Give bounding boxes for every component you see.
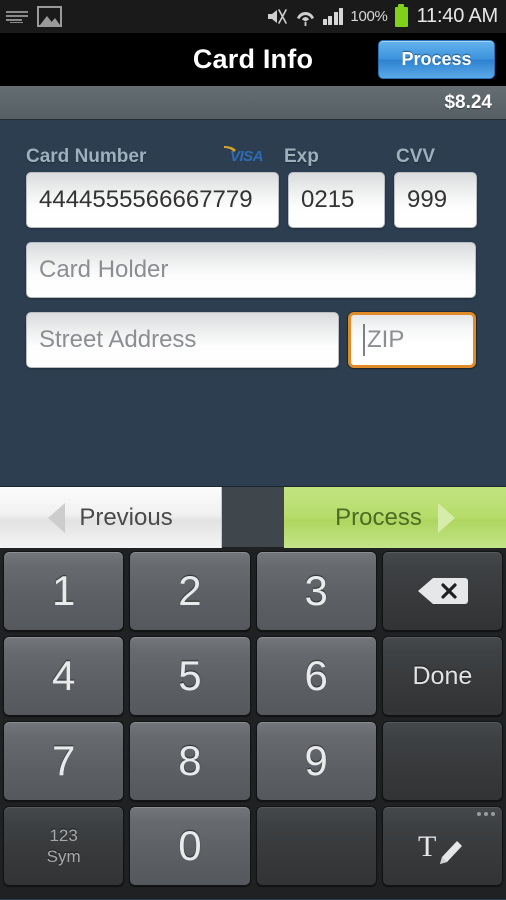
exp-label: Exp [284,146,319,167]
clock-label: 11:40 AM [416,5,499,27]
key-0[interactable]: 0 [129,806,251,886]
card-number-label: Card Number [26,146,147,167]
key-blank-space[interactable] [255,806,377,886]
field-label-row: Card Number VISA Exp CVV [26,138,480,166]
key-3-label: 3 [304,567,328,614]
process-button-label: Process [335,503,422,531]
zip-input[interactable]: ZIP [348,312,476,368]
key-8-label: 8 [178,737,202,784]
triangle-left-icon [48,502,66,533]
process-button-bottom[interactable]: Process [284,487,506,548]
status-bar-left-icons [6,6,62,27]
battery-full-icon [394,3,408,27]
key-1[interactable]: 1 [3,551,125,631]
keypad-row-4: 123 Sym 0 T [3,806,503,886]
holder-row: Card Holder [26,242,480,298]
address-row: Street Address ZIP [26,312,480,368]
key-done-label: Done [412,661,473,690]
street-address-input[interactable]: Street Address [26,312,339,368]
key-9[interactable]: 9 [255,721,377,801]
key-symbols-line2: Sym [46,847,81,866]
key-6-label: 6 [304,652,328,699]
key-6[interactable]: 6 [255,636,377,716]
key-5[interactable]: 5 [129,636,251,716]
exp-input[interactable]: 0215 [288,172,385,228]
process-button-top[interactable]: Process [378,40,495,79]
card-holder-input[interactable]: Card Holder [26,242,476,298]
keypad-row-2: 4 5 6 Done [3,636,503,716]
key-symbols[interactable]: 123 Sym [3,806,125,886]
card-number-input[interactable]: 4444555566667779 [26,172,279,228]
battery-percent-label: 100% [350,8,388,25]
key-0-label: 0 [178,822,202,869]
status-bar-right-icons: 100% 11:40 AM [266,3,499,28]
svg-text:T: T [418,830,436,863]
cvv-input[interactable]: 999 [394,172,477,228]
signal-icon [322,8,344,25]
card-row: 4444555566667779 0215 999 [26,172,480,228]
status-bar: 100% 11:40 AM [0,0,506,33]
form-nav-bar: Previous Process [0,486,506,548]
more-options-icon [477,812,495,816]
key-2[interactable]: 2 [129,551,251,631]
keypad-row-1: 1 2 3 [3,551,503,631]
key-9-label: 9 [304,737,328,784]
keyboard-icon [6,10,28,24]
handwriting-icon: T [416,826,468,866]
numeric-keypad: 1 2 3 4 5 6 Done 7 8 9 123 Sym 0 T [0,547,506,899]
key-7-label: 7 [51,737,76,784]
key-4-label: 4 [51,652,76,699]
triangle-right-icon [437,502,455,533]
key-backspace[interactable] [381,551,503,631]
page-title: Card Info [192,44,314,74]
visa-logo-icon: VISA [222,144,280,165]
key-symbols-label: 123 Sym [47,825,81,868]
svg-text:VISA: VISA [230,148,263,164]
key-7[interactable]: 7 [3,721,125,801]
key-5-label: 5 [178,652,202,699]
amount-label: $8.24 [444,91,492,113]
mute-icon [266,7,288,26]
screenshot-image-icon [37,6,62,27]
title-bar: Card Info Process [0,33,506,86]
wifi-icon [295,7,316,26]
previous-button-label: Previous [79,503,173,531]
key-symbols-line1: 123 [49,825,78,845]
cvv-label: CVV [396,146,436,167]
key-blank-right[interactable] [381,721,503,801]
key-8[interactable]: 8 [129,721,251,801]
zip-placeholder: ZIP [367,326,405,353]
key-4[interactable]: 4 [3,636,125,716]
price-bar: $8.24 [0,86,506,120]
backspace-icon [415,574,469,608]
key-1-label: 1 [51,567,76,614]
keypad-row-3: 7 8 9 [3,721,503,801]
key-handwriting[interactable]: T [381,806,503,886]
previous-button[interactable]: Previous [0,487,222,548]
key-3[interactable]: 3 [255,551,377,631]
key-done[interactable]: Done [381,636,503,716]
key-2-label: 2 [178,567,202,614]
text-caret [363,324,365,356]
card-info-form: Card Number VISA Exp CVV 444455556666777… [0,120,506,486]
